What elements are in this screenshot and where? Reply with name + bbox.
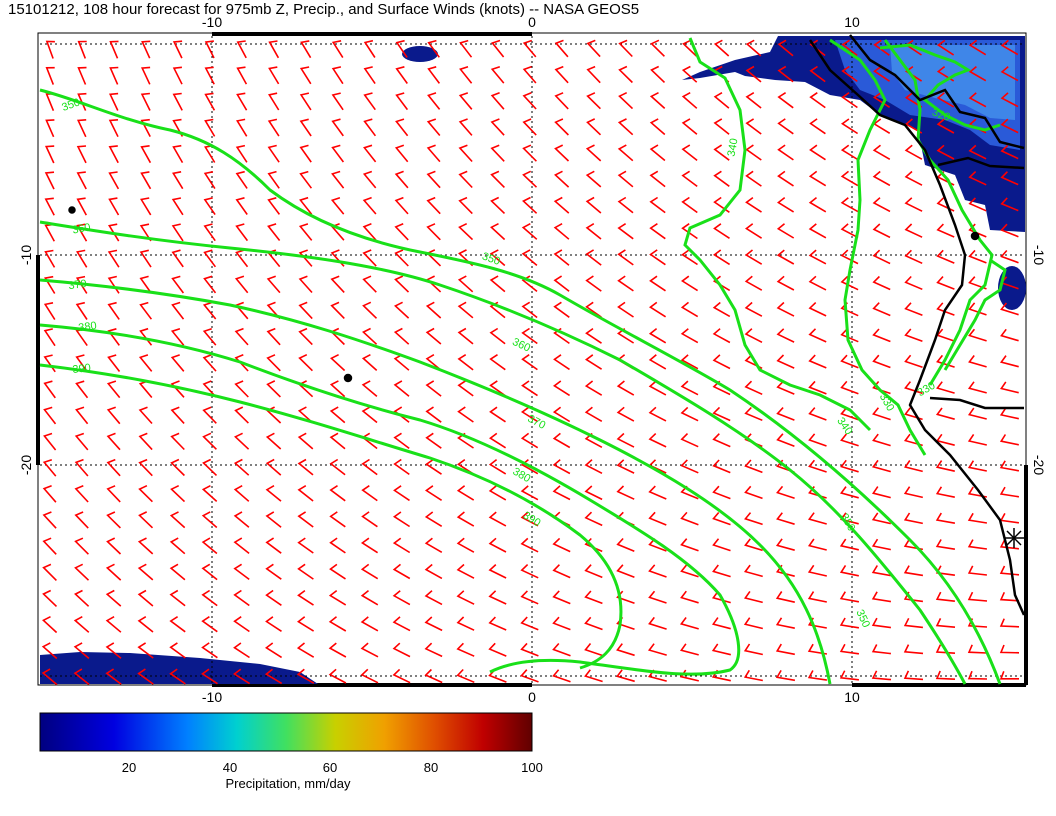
colorbar [39,712,533,752]
tick-bottom-lon-1: 0 [528,689,536,705]
tick-right-lat-1: -20 [1031,455,1047,475]
tick-bottom-lon-0: -10 [202,689,222,705]
colorbar-ticks: 20 40 60 80 100 [122,760,543,775]
colorbar-tick-2: 60 [323,760,337,775]
tick-top-lon-2: 10 [844,14,860,30]
forecast-map: 15101212, 108 hour forecast for 975mb Z,… [8,1,1047,791]
colorbar-tick-0: 20 [122,760,136,775]
contour-label: 380 [78,320,98,334]
tick-top-lon-0: -10 [202,14,222,30]
colorbar-tick-1: 40 [223,760,237,775]
map-title: 15101212, 108 hour forecast for 975mb Z,… [8,1,639,18]
contour-label: 370 [68,278,88,292]
tick-bottom-lon-2: 10 [844,689,860,705]
storm-asterisk-icon [1004,528,1024,548]
tick-top-lon-1: 0 [528,14,536,30]
tick-right-lat-0: -10 [1031,245,1047,265]
precip-blob-east [998,266,1026,310]
colorbar-tick-3: 80 [424,760,438,775]
colorbar-label: Precipitation, mm/day [226,776,351,791]
contour-label: 390 [72,362,92,376]
tick-left-lat-0: -10 [18,245,34,265]
tick-left-lat-1: -20 [18,455,34,475]
colorbar-tick-4: 100 [521,760,543,775]
